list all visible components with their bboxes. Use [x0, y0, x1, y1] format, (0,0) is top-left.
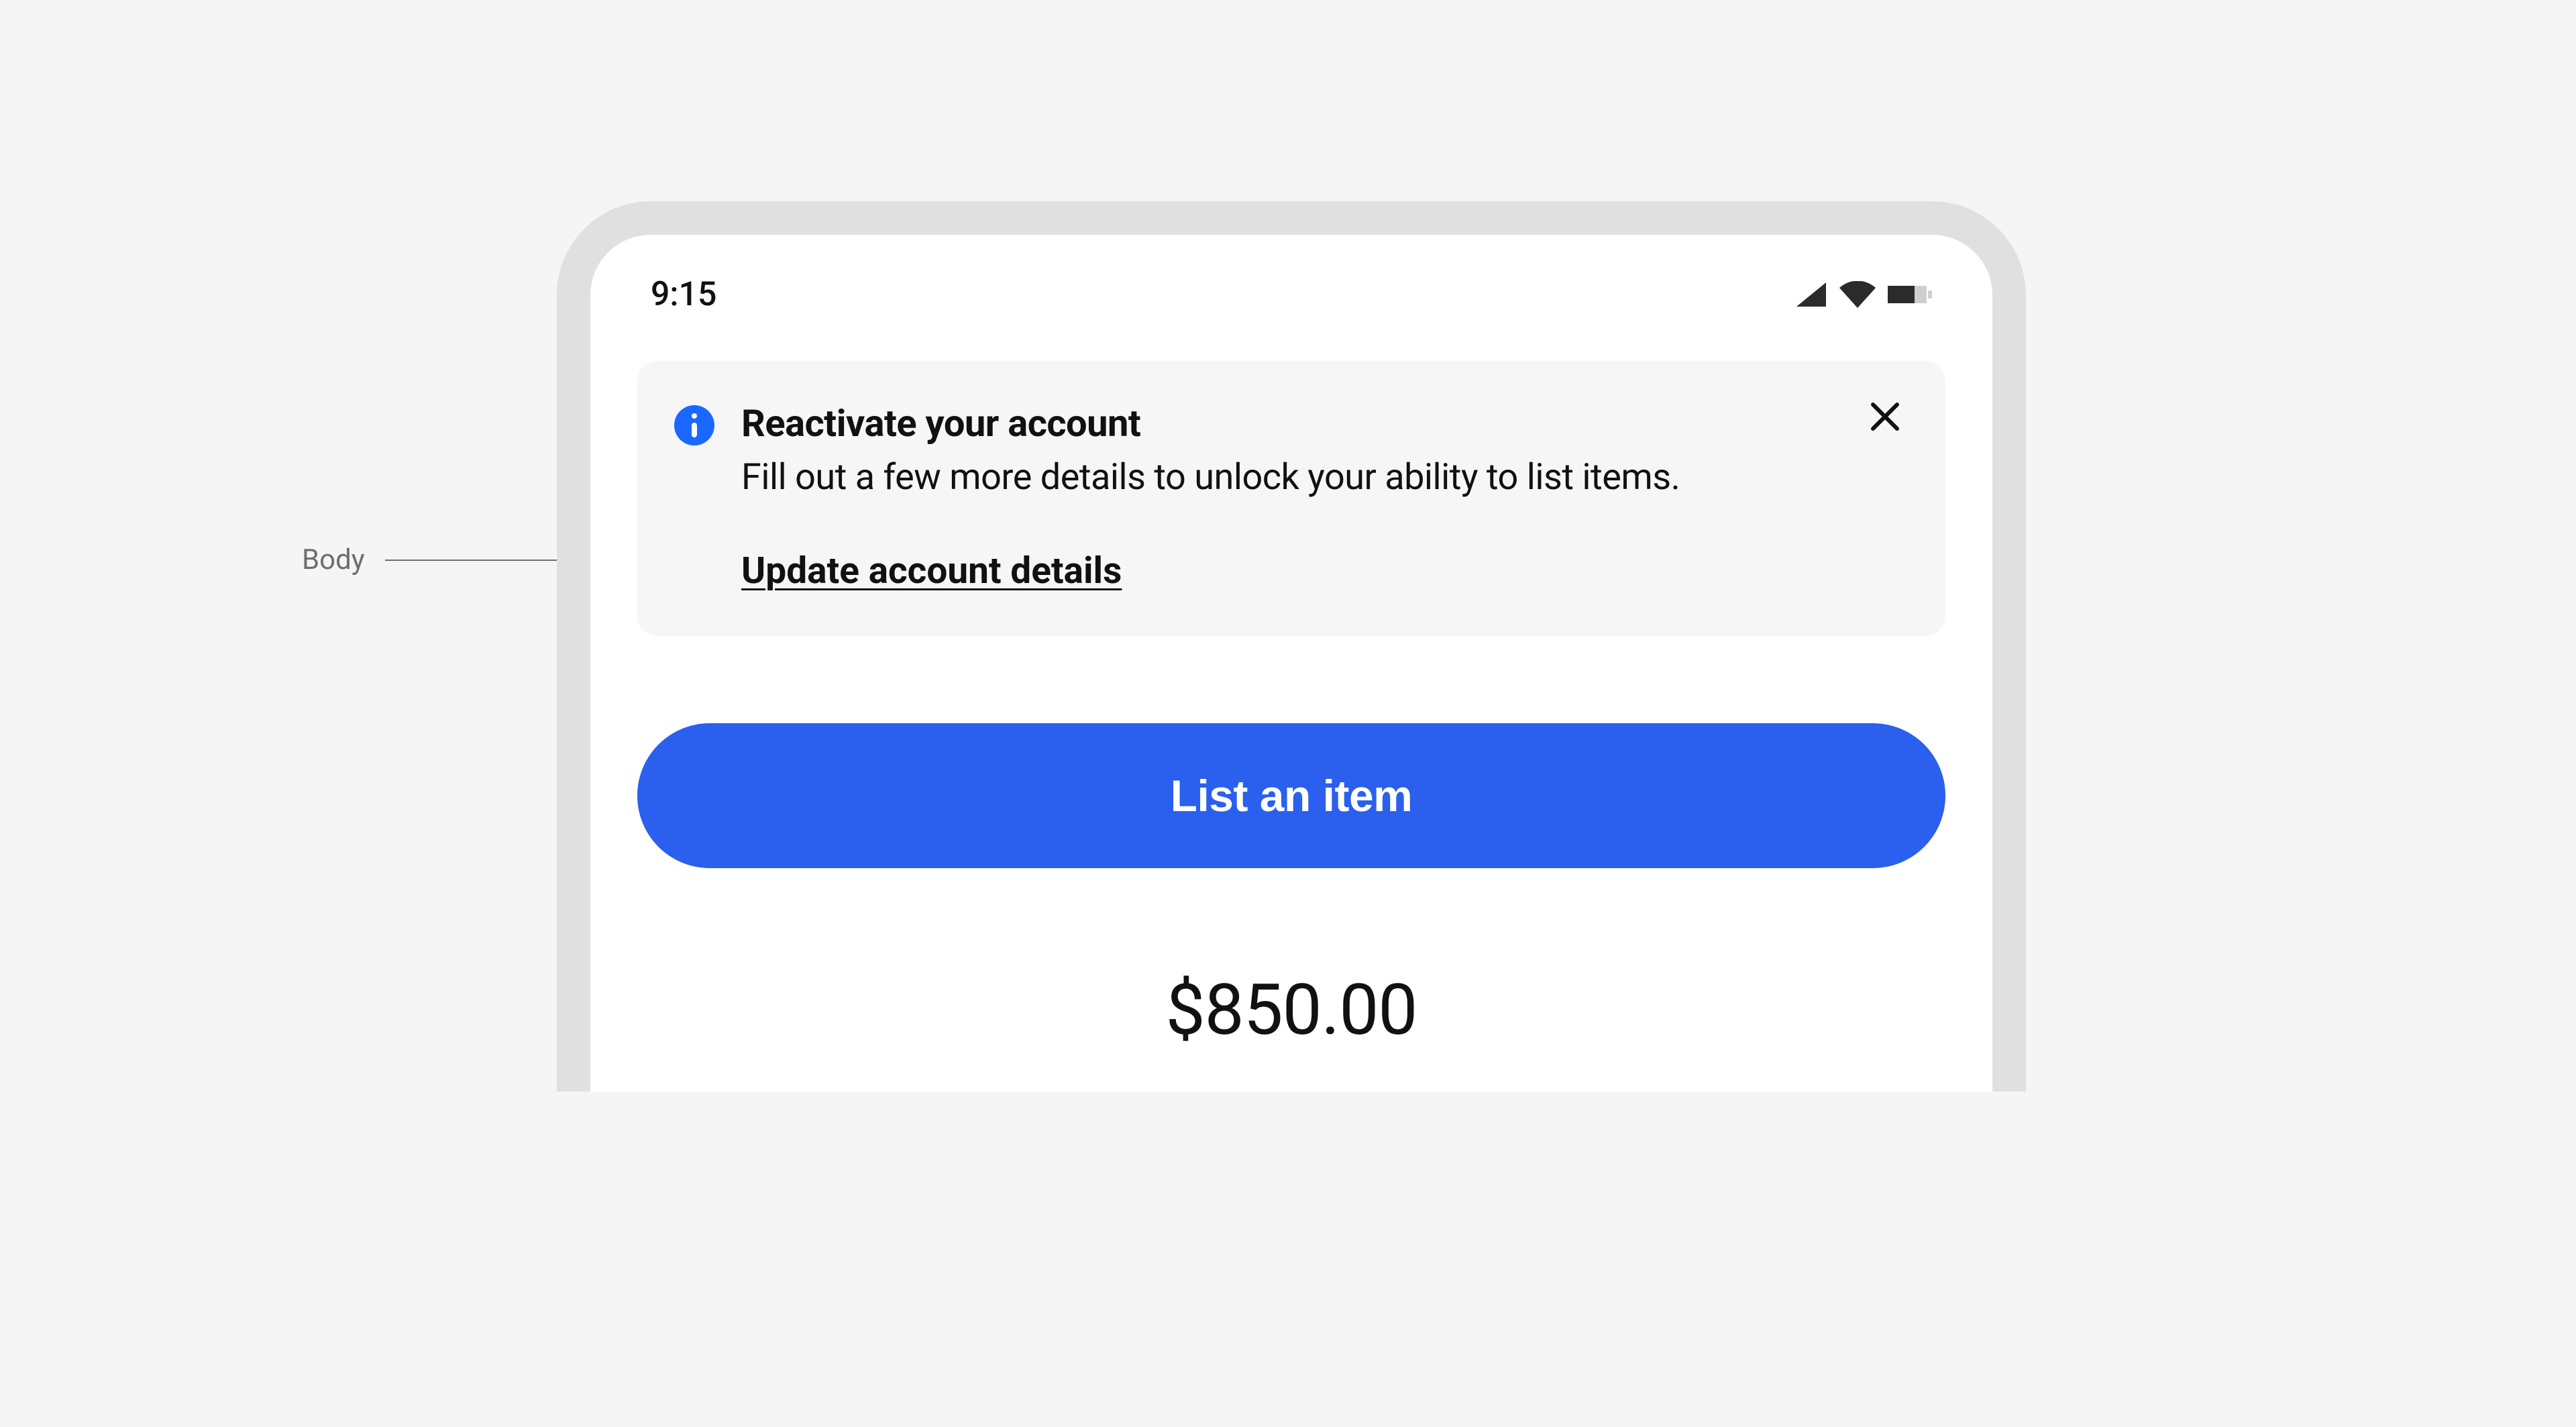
- stage: Body 9:15: [0, 0, 2576, 1427]
- annotation-label: Body: [302, 543, 365, 576]
- battery-icon: [1888, 283, 1932, 306]
- close-icon: [1869, 401, 1901, 435]
- annotation-body: Body: [302, 543, 600, 576]
- status-icons: [1795, 281, 1932, 308]
- list-item-button-label: List an item: [1171, 771, 1413, 821]
- cellular-icon: [1795, 281, 1827, 308]
- list-item-button[interactable]: List an item: [637, 723, 1945, 868]
- status-time: 9:15: [651, 275, 716, 314]
- amount-display: $850.00: [637, 969, 1945, 1051]
- status-bar: 9:15: [590, 235, 1992, 334]
- phone-frame: 9:15: [557, 201, 2026, 1092]
- notice-body: Reactivate your account Fill out a few m…: [741, 401, 1898, 592]
- info-icon: [674, 405, 714, 445]
- content-area: Reactivate your account Fill out a few m…: [590, 334, 1992, 1051]
- notice-text: Fill out a few more details to unlock yo…: [741, 454, 1831, 503]
- wifi-icon: [1839, 281, 1876, 308]
- notice-card: Reactivate your account Fill out a few m…: [637, 361, 1945, 636]
- update-account-link[interactable]: Update account details: [741, 549, 1122, 592]
- close-button[interactable]: [1865, 398, 1905, 438]
- notice-title: Reactivate your account: [741, 401, 1831, 445]
- phone-screen: 9:15: [590, 235, 1992, 1051]
